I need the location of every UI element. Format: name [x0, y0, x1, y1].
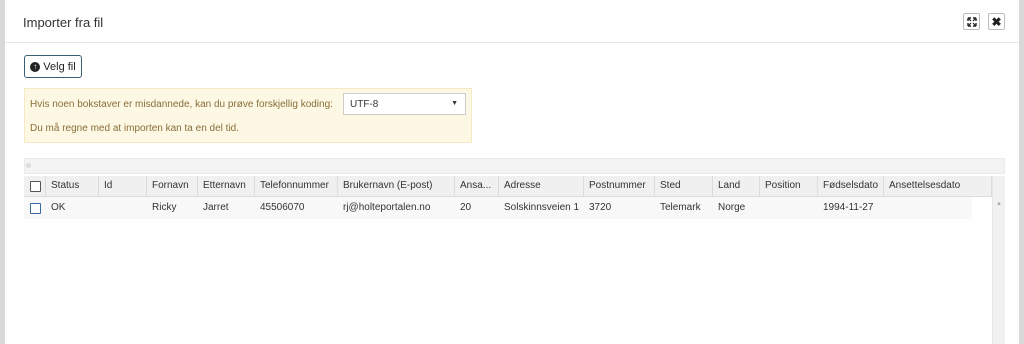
column-header-fodselsdato[interactable]: Fødselsdato: [818, 176, 884, 196]
dialog-title: Importer fra fil: [23, 15, 104, 30]
row-select-cell: [24, 197, 46, 219]
encoding-text: Hvis noen bokstaver er misdannede, kan d…: [30, 99, 333, 110]
select-all-checkbox[interactable]: [30, 181, 41, 192]
cell-land: Norge: [718, 202, 746, 213]
cell-fornavn: Ricky: [152, 202, 177, 213]
cell-ansattnummer: 20: [460, 202, 472, 213]
column-header-fornavn[interactable]: Fornavn: [147, 176, 198, 196]
cell-telefonnummer: 45506070: [260, 202, 305, 213]
cell-position: [760, 197, 818, 219]
right-frame: [1019, 0, 1024, 344]
cell-ansettelsesdato: [884, 197, 972, 219]
cell-adresse: Solskinnsveien 1: [504, 202, 580, 213]
close-icon: ✖: [991, 14, 1002, 29]
vertical-scrollbar[interactable]: ▲: [992, 176, 1005, 344]
scroll-up-icon[interactable]: ▲: [996, 201, 1002, 207]
column-header-status[interactable]: Status: [46, 176, 99, 196]
encoding-notice: Hvis noen bokstaver er misdannede, kan d…: [24, 88, 472, 143]
pick-file-button[interactable]: ↑ Velg fil: [24, 55, 82, 78]
expand-icon: [966, 16, 977, 27]
cell-brukernavn: rj@holteportalen.no: [343, 202, 431, 213]
upload-circle-icon: ↑: [30, 61, 41, 72]
encoding-value: UTF-8: [350, 99, 379, 110]
encoding-select[interactable]: UTF-8 ▼: [343, 93, 466, 115]
column-header-ansattnummer[interactable]: Ansa...: [455, 176, 499, 196]
pick-file-label: Velg fil: [43, 60, 76, 73]
table-row[interactable]: OK Ricky Jarret 45506070 rj@holteportale…: [24, 197, 972, 219]
import-grid: Status Id Fornavn Etternavn Telefonnumme…: [24, 176, 1005, 344]
column-header-brukernavn[interactable]: Brukernavn (E-post): [338, 176, 455, 196]
expand-button[interactable]: [963, 13, 980, 30]
column-header-postnummer[interactable]: Postnummer: [584, 176, 655, 196]
select-all-cell: [24, 176, 46, 196]
cell-etternavn: Jarret: [203, 202, 229, 213]
group-panel: [24, 158, 1005, 174]
column-header-position[interactable]: Position: [760, 176, 818, 196]
column-header-adresse[interactable]: Adresse: [499, 176, 584, 196]
chevron-down-icon: ▼: [451, 100, 458, 107]
cell-sted: Telemark: [660, 202, 701, 213]
cell-postnummer: 3720: [589, 202, 612, 213]
column-header-sted[interactable]: Sted: [655, 176, 713, 196]
dialog-header: Importer fra fil ✖: [5, 0, 1019, 43]
cell-status: OK: [51, 202, 66, 213]
column-header-telefonnummer[interactable]: Telefonnummer: [255, 176, 338, 196]
column-header-land[interactable]: Land: [713, 176, 760, 196]
row-checkbox[interactable]: [30, 203, 41, 214]
duration-text: Du må regne med at importen kan ta en de…: [30, 123, 240, 134]
cell-id: [99, 197, 147, 219]
import-dialog: Importer fra fil ✖ ↑ Velg fil Hvis noen …: [5, 0, 1019, 344]
cell-fodselsdato: 1994-11-27: [823, 202, 874, 213]
group-dot-icon: [26, 163, 31, 168]
column-header-ansettelsesdato[interactable]: Ansettelsesdato: [884, 176, 992, 196]
column-header-etternavn[interactable]: Etternavn: [198, 176, 255, 196]
close-button[interactable]: ✖: [988, 13, 1005, 30]
column-header-id[interactable]: Id: [99, 176, 147, 196]
table-header: Status Id Fornavn Etternavn Telefonnumme…: [24, 176, 992, 197]
